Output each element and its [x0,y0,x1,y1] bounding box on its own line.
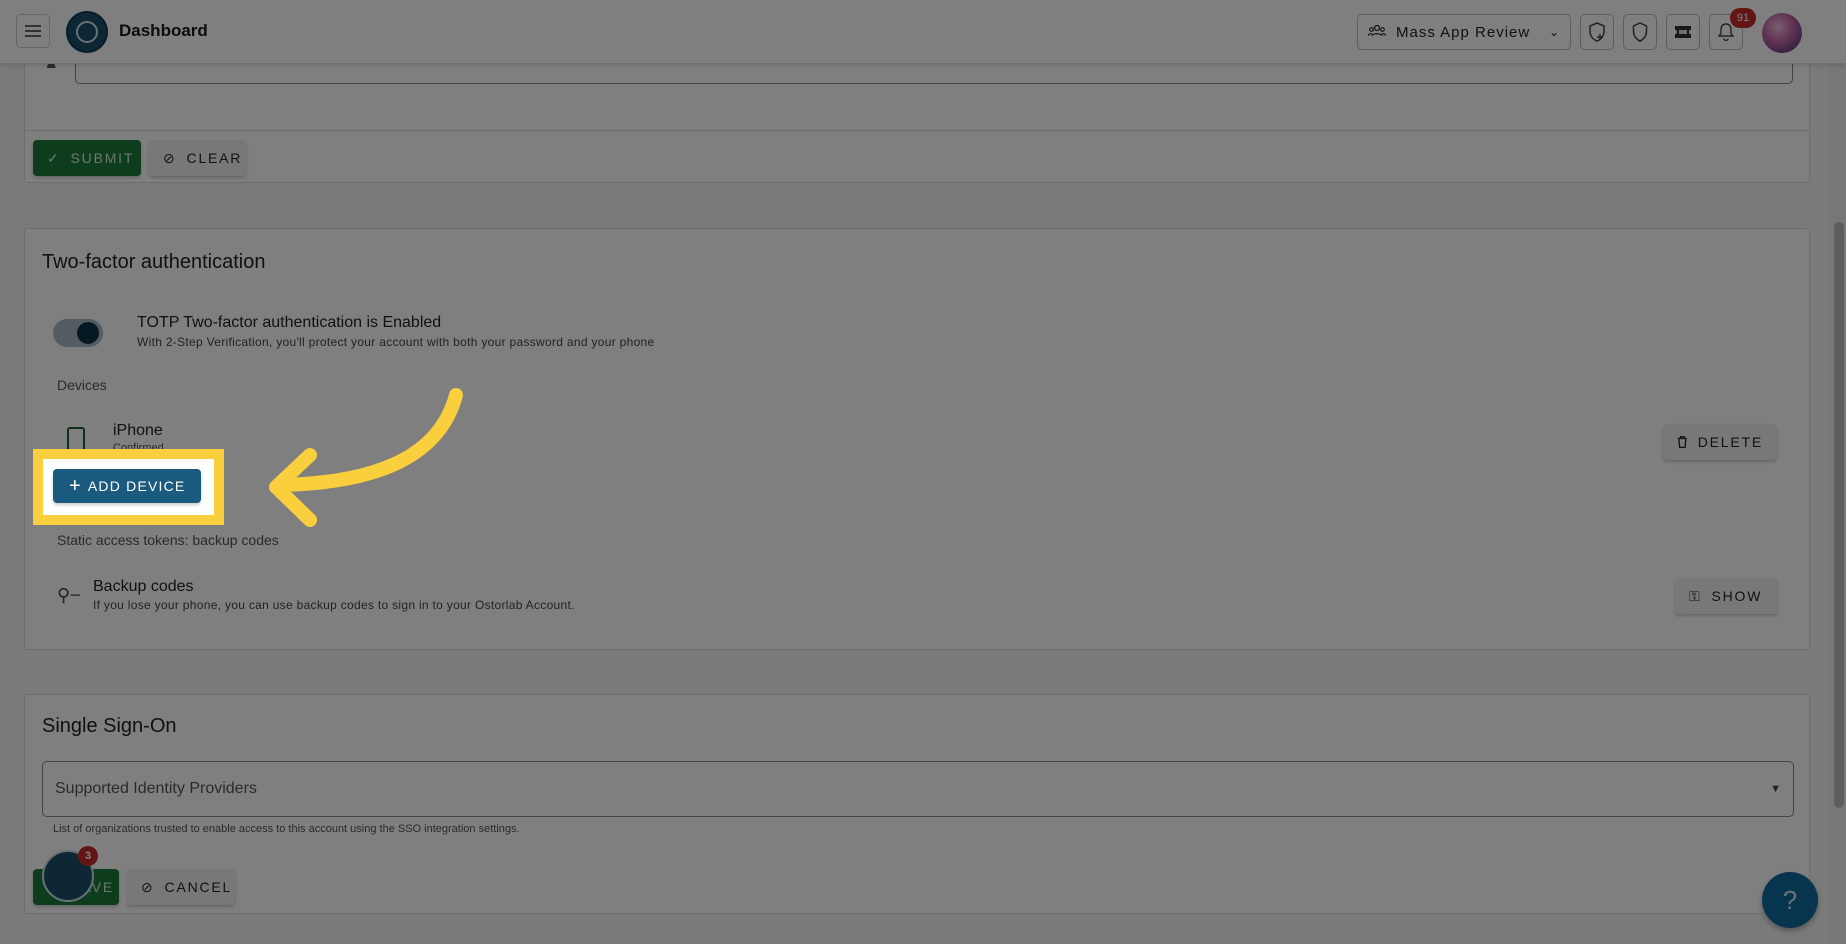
chevron-down-icon: ⌄ [1548,25,1560,39]
group-icon [1367,24,1387,41]
tutorial-highlight: + Add Device [33,449,224,525]
organization-selector[interactable]: Mass App Review ⌄ [1357,14,1571,50]
help-button[interactable]: ? [1762,872,1818,928]
clear-label: Clear [186,150,243,166]
add-device-label: Add Device [87,478,186,494]
menu-button[interactable] [16,14,50,48]
card-divider [25,130,1809,131]
chat-unread-badge: 3 [78,846,98,866]
trash-icon [1677,435,1687,449]
delete-label: Delete [1697,434,1763,450]
top-app-bar: Dashboard Mass App Review ⌄ 91 [0,0,1846,64]
shield-icon [1632,22,1648,42]
security-button[interactable] [1623,14,1657,50]
identity-providers-placeholder: Supported Identity Providers [55,780,257,797]
add-scan-button[interactable] [1580,14,1614,50]
submit-button[interactable]: ✓ Submit [33,140,141,176]
two-factor-title: Two-factor authentication [42,251,266,273]
dropdown-arrow-icon: ▼ [1770,783,1781,795]
scrollbar-thumb[interactable] [1834,222,1844,808]
device-name: iPhone [113,422,163,439]
submit-label: Submit [70,150,135,166]
static-tokens-label: Static access tokens: backup codes [57,532,279,548]
tickets-button[interactable] [1666,14,1700,50]
identity-providers-select[interactable]: Supported Identity Providers ▼ [42,761,1794,817]
show-backup-codes-button[interactable]: ⚿ Show [1675,578,1777,614]
delete-device-button[interactable]: Delete [1663,424,1777,460]
ticket-icon [1675,26,1691,38]
totp-status-title: TOTP Two-factor authentication is Enable… [137,314,442,331]
add-device-button[interactable]: + Add Device [53,469,202,503]
key-icon: ⚲− [57,585,81,605]
phone-key-icon [67,427,85,451]
clear-button[interactable]: ⊘ Clear [149,140,246,176]
organization-name: Mass App Review [1396,23,1531,41]
devices-label: Devices [57,377,107,393]
check-icon: ✓ [47,149,61,166]
notification-count-badge: 91 [1730,8,1756,28]
annotation-arrow-icon [269,388,463,527]
backup-codes-title: Backup codes [93,578,194,595]
totp-status-subtitle: With 2-Step Verification, you'll protect… [137,335,655,349]
totp-toggle[interactable] [53,319,103,347]
ostorlab-logo[interactable] [66,11,108,53]
add-shield-icon [1589,22,1605,42]
bell-icon [1718,23,1734,41]
menu-icon [25,25,41,37]
block-icon: ⊘ [141,878,155,895]
keys-icon: ⚿ [1689,587,1702,604]
plus-icon: + [69,475,82,497]
page-title: Dashboard [119,21,208,40]
sso-helper-text: List of organizations trusted to enable … [53,823,520,835]
user-avatar[interactable] [1762,13,1802,53]
block-icon: ⊘ [163,149,177,166]
backup-codes-subtitle: If you lose your phone, you can use back… [93,598,575,612]
cancel-label: Cancel [164,879,233,895]
show-label: Show [1711,588,1763,604]
sso-card: Single Sign-On Supported Identity Provid… [24,694,1810,914]
cancel-button[interactable]: ⊘ Cancel [127,869,235,905]
sso-title: Single Sign-On [42,715,177,737]
